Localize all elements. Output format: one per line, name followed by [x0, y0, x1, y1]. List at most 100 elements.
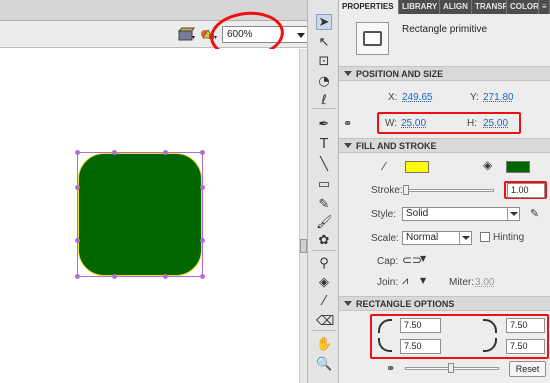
stroke-style-dropdown[interactable]: Solid [402, 207, 520, 221]
eraser-tool-icon[interactable]: ⌫ [316, 314, 334, 330]
collapse-triangle-icon [344, 143, 352, 148]
link-corners-icon[interactable]: ⚭ [386, 362, 395, 375]
chevron-down-icon [459, 232, 471, 244]
stroke-style-value: Solid [406, 208, 429, 219]
transform-handle-bottom-right[interactable] [200, 274, 205, 279]
corner-radius-bottom-left-input[interactable]: 7.50 [400, 339, 441, 354]
x-label: X: [388, 92, 398, 103]
instance-type-label: Rectangle primitive [402, 24, 488, 35]
transform-handle-left-1[interactable] [75, 185, 80, 190]
transform-handle-top-right[interactable] [200, 150, 205, 155]
y-label: Y: [470, 92, 479, 103]
miter-label: Miter: [449, 277, 474, 288]
section-title: RECTANGLE OPTIONS [356, 299, 455, 309]
transform-handle-right-1[interactable] [200, 185, 205, 190]
panel-menu-icon[interactable]: ≡ [539, 0, 550, 14]
style-label: Style: [371, 209, 397, 220]
y-value[interactable]: 271.80 [483, 92, 514, 103]
h-label: H: [467, 118, 477, 129]
selection-tool-icon[interactable]: ➤ [316, 14, 332, 30]
properties-panel: PROPERTIES LIBRARY ALIGN TRANSF COLOR ≡ … [339, 0, 550, 383]
text-tool-icon[interactable]: T [316, 137, 332, 153]
transform-handle-bottom-2[interactable] [163, 274, 168, 279]
h-value[interactable]: 25.00 [483, 118, 508, 129]
scrollbar-thumb[interactable] [300, 239, 307, 253]
rectangle-primitive-tool-icon[interactable]: ▭ [316, 177, 332, 193]
edit-stroke-style-icon[interactable]: ✎ [530, 207, 539, 220]
lasso-tool-icon[interactable]: ℓ [316, 93, 332, 109]
corner-radius-top-left-input[interactable]: 7.50 [400, 318, 441, 333]
hinting-label: Hinting [493, 232, 525, 243]
paint-bucket-fill-icon: ◈ [483, 158, 493, 172]
tab-color[interactable]: COLOR [507, 0, 539, 14]
tool-separator [312, 330, 336, 331]
pencil-stroke-icon: ⁄ [383, 160, 385, 173]
stroke-slider-thumb[interactable] [403, 185, 409, 195]
transform-handle-top-1[interactable] [112, 150, 117, 155]
stroke-label: Stroke: [371, 185, 403, 196]
transform-handle-left-2[interactable] [75, 238, 80, 243]
w-label: W: [385, 118, 398, 129]
x-value[interactable]: 249.65 [402, 92, 433, 103]
panel-tab-bar: PROPERTIES LIBRARY ALIGN TRANSF COLOR ≡ [339, 0, 550, 14]
hinting-checkbox[interactable] [480, 232, 490, 242]
scale-label: Scale: [371, 233, 399, 244]
tab-library[interactable]: LIBRARY [399, 0, 440, 14]
free-transform-tool-icon[interactable]: ⊡ [316, 54, 332, 70]
section-position-and-size[interactable]: POSITION AND SIZE [339, 66, 550, 81]
cap-label: Cap: [377, 256, 399, 267]
stroke-weight-input[interactable]: 1.00 [507, 183, 545, 198]
chevron-down-icon[interactable]: ▼ [420, 254, 426, 263]
miter-value: 3.00 [475, 277, 495, 288]
tab-transform[interactable]: TRANSF [472, 0, 507, 14]
bone-tool-icon[interactable]: ⚲ [316, 256, 332, 272]
brush-tool-icon[interactable]: 🖌 [316, 215, 333, 231]
zoom-tool-icon[interactable]: 🔍 [316, 357, 332, 373]
deco-tool-icon[interactable]: ✿ [316, 233, 332, 249]
chevron-down-icon [297, 33, 305, 38]
chevron-down-icon [507, 208, 519, 220]
tools-panel: ➤ ↖ ⊡ ◔ ℓ ✒ T ╲ ▭ ✎ 🖌 ✿ ⚲ ◈ ⁄ ⌫ ✋ 🔍 [307, 0, 339, 383]
section-title: FILL AND STROKE [356, 141, 437, 151]
scale-dropdown[interactable]: Normal [402, 231, 472, 245]
stage-vertical-scrollbar[interactable] [299, 49, 307, 383]
scale-value: Normal [406, 232, 439, 243]
edit-scene-icon[interactable] [177, 27, 196, 42]
paint-bucket-tool-icon[interactable]: ◈ [316, 275, 332, 291]
transform-handle-right-2[interactable] [200, 238, 205, 243]
section-title: POSITION AND SIZE [356, 69, 444, 79]
collapse-triangle-icon [344, 301, 352, 306]
transform-handle-bottom-left[interactable] [75, 274, 80, 279]
collapse-triangle-icon [344, 71, 352, 76]
chevron-down-icon[interactable]: ▼ [420, 276, 426, 285]
stroke-slider-track[interactable] [404, 189, 494, 192]
lock-width-height-icon[interactable]: ⚭ [343, 117, 352, 130]
rectangle-primitive-icon [356, 22, 389, 55]
transform-handle-top-left[interactable] [75, 150, 80, 155]
pen-tool-icon[interactable]: ✒ [316, 117, 332, 133]
section-rectangle-options[interactable]: RECTANGLE OPTIONS [339, 296, 550, 311]
3d-rotation-tool-icon[interactable]: ◔ [316, 74, 332, 90]
round-join-icon[interactable]: ⩘ [402, 274, 408, 288]
transform-handle-top-2[interactable] [163, 150, 168, 155]
corner-radius-slider-thumb[interactable] [448, 363, 454, 373]
section-fill-and-stroke[interactable]: FILL AND STROKE [339, 138, 550, 153]
tab-properties[interactable]: PROPERTIES [339, 0, 399, 14]
tool-separator [312, 108, 336, 109]
tab-align[interactable]: ALIGN [440, 0, 472, 14]
corner-radius-top-right-input[interactable]: 7.50 [506, 318, 545, 333]
line-tool-icon[interactable]: ╲ [316, 157, 332, 173]
fill-color-swatch[interactable] [506, 161, 530, 173]
subselection-tool-icon[interactable]: ↖ [316, 35, 332, 51]
eyedropper-tool-icon[interactable]: ⁄ [316, 294, 332, 310]
hand-tool-icon[interactable]: ✋ [316, 337, 332, 353]
tool-separator [312, 250, 336, 251]
stroke-color-swatch[interactable] [405, 161, 429, 173]
transform-handle-bottom-1[interactable] [112, 274, 117, 279]
w-value[interactable]: 25.00 [401, 118, 426, 129]
join-label: Join: [377, 277, 399, 288]
corner-radius-bottom-right-input[interactable]: 7.50 [506, 339, 545, 354]
reset-button[interactable]: Reset [509, 361, 546, 377]
pencil-tool-icon[interactable]: ✎ [316, 197, 332, 213]
rectangle-primitive-shape[interactable] [78, 153, 202, 276]
